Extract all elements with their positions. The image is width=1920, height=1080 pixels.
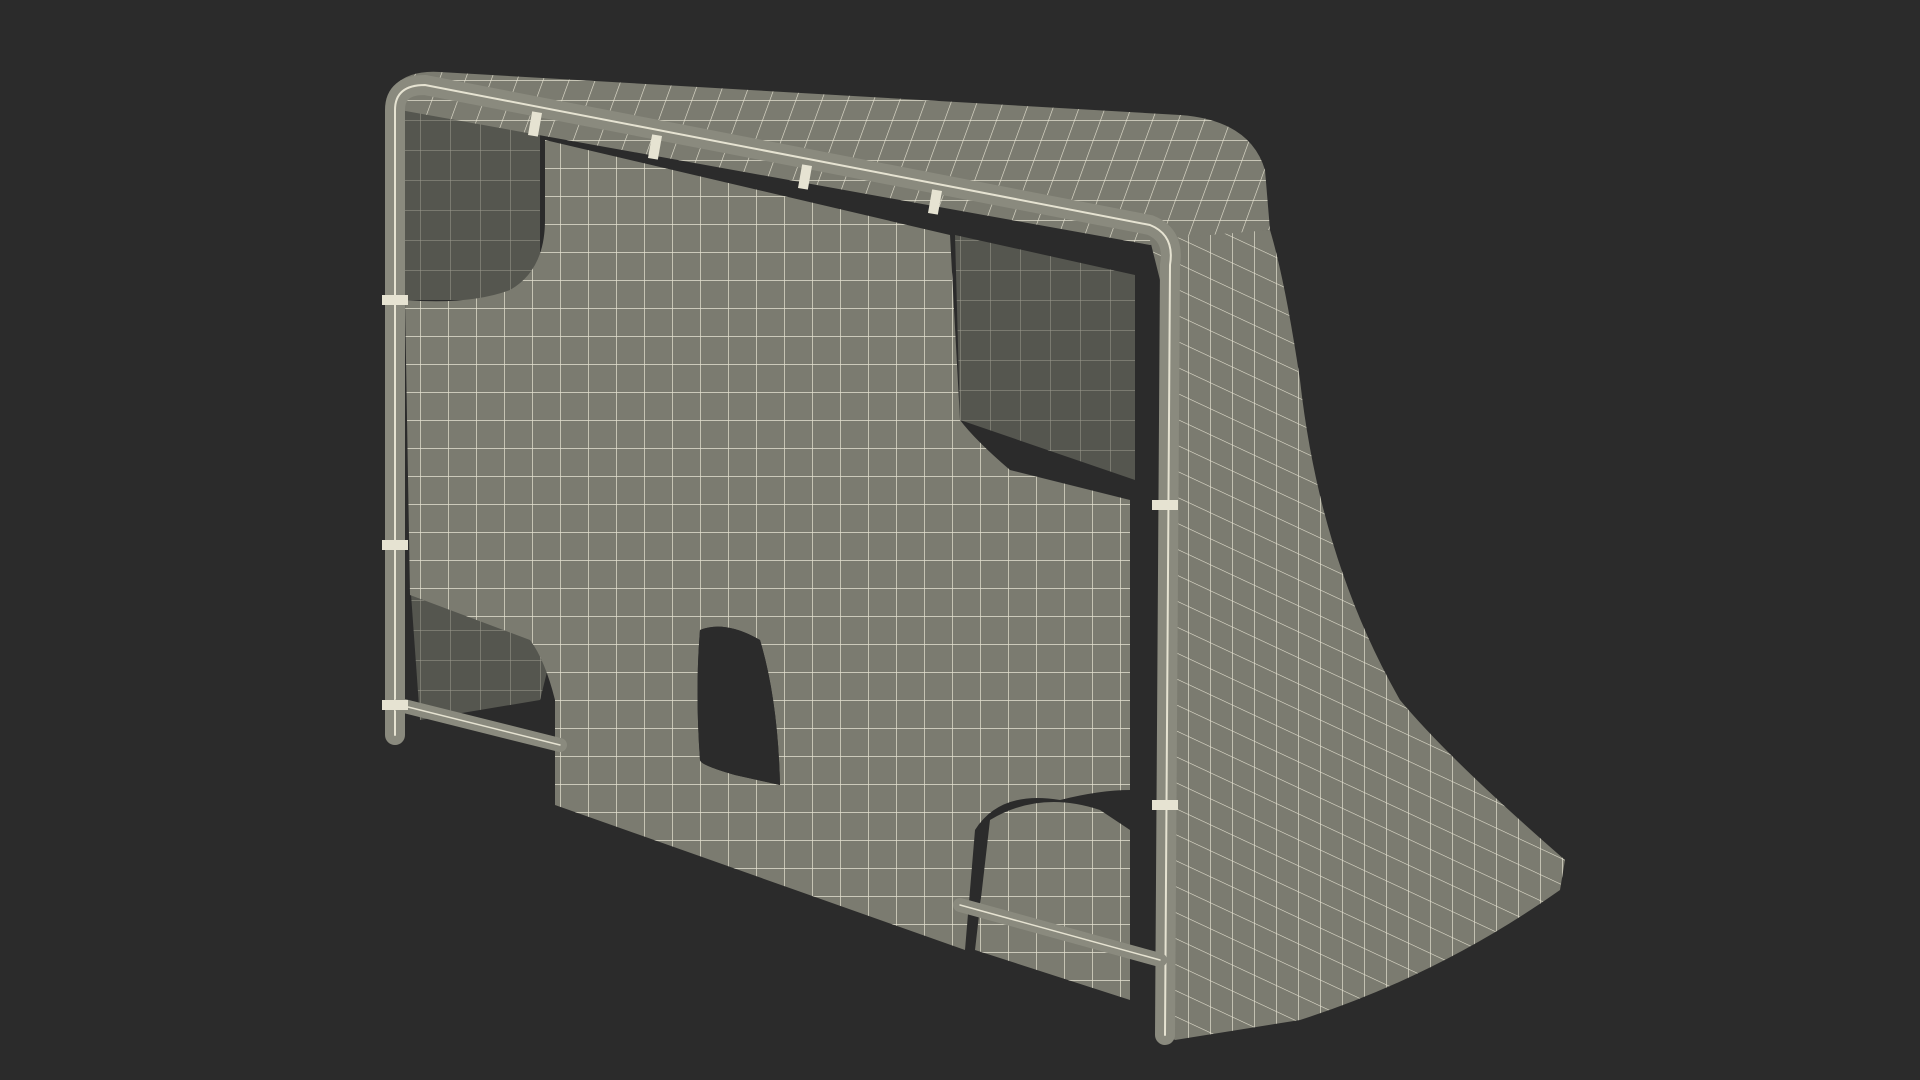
viewport-3d[interactable] <box>0 0 1920 1080</box>
side-net <box>1150 230 1565 1040</box>
goal-model <box>382 71 1565 1045</box>
